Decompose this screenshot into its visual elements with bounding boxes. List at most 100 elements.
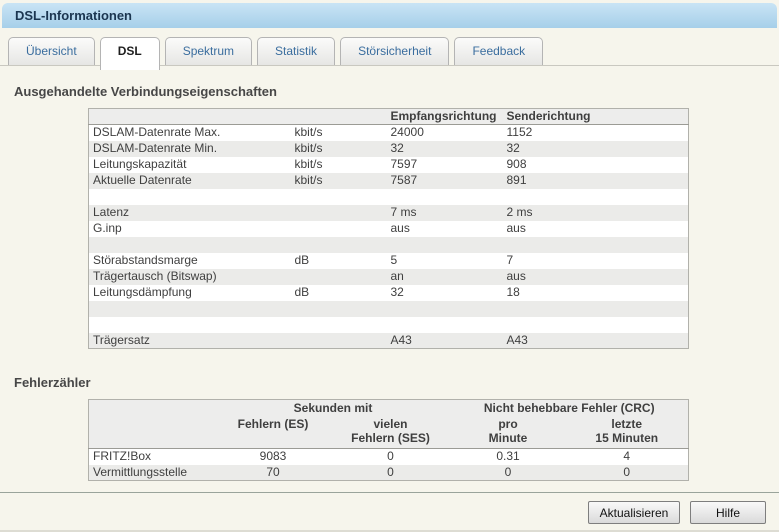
section-heading-errors: Fehlerzähler [14, 375, 91, 390]
connection-row-tx-value [503, 301, 689, 317]
connection-row-unit [291, 189, 387, 205]
connection-row-tx-value: 908 [506, 157, 527, 171]
tab-statistik[interactable]: Statistik [257, 37, 336, 65]
tab--bersicht[interactable]: Übersicht [8, 37, 95, 65]
column-header-empty [88, 108, 291, 125]
error-column-header: Fehlern (ES) [215, 416, 331, 449]
connection-row: Störabstandsmarge dB 5 7 [89, 253, 689, 269]
connection-row: Trägersatz A43 A43 [88, 332, 689, 349]
connection-row: Trägertausch (Bitswap) an aus [88, 268, 689, 285]
connection-row [88, 236, 689, 253]
connection-row-tx-value [503, 237, 689, 253]
connection-row: Latenz 7 ms 2 ms [88, 204, 689, 221]
connection-row-label: Störabstandsmarge [93, 253, 198, 267]
error-row-value: 0 [504, 464, 512, 479]
column-header-empty [88, 399, 216, 417]
tab-spektrum[interactable]: Spektrum [164, 37, 253, 65]
connection-row-unit: kbit/s [294, 141, 323, 155]
section-heading-connection: Ausgehandelte Verbindungseigenschaften [14, 84, 277, 99]
connection-row-rx-value: 7 ms [390, 205, 417, 219]
column-group-seconds: Sekunden mit [215, 399, 451, 417]
error-row-value: 4 [623, 449, 631, 464]
connection-row-unit [291, 269, 387, 285]
connection-row-unit [291, 205, 387, 221]
error-column-header: pro Minute [450, 416, 566, 449]
error-row-label: FRITZ!Box [93, 449, 152, 464]
connection-row-tx-value: A43 [506, 332, 528, 347]
connection-row-rx-value [387, 301, 503, 317]
connection-row: Aktuelle Datenrate kbit/s 7587 891 [88, 172, 689, 189]
connection-row: G.inp aus aus [89, 221, 689, 237]
connection-row [89, 317, 689, 333]
window-title-bar: DSL-Informationen [2, 3, 777, 28]
connection-row-rx-value: 5 [390, 253, 398, 267]
connection-row [88, 300, 689, 317]
connection-row-rx-value: 7587 [390, 173, 418, 187]
error-row-value: 0.31 [496, 449, 520, 464]
connection-row-tx-value: 7 [506, 253, 514, 267]
error-row-value: 0 [387, 449, 394, 464]
connection-row-tx-value [503, 189, 689, 205]
connection-row-label: Leitungsdämpfung [93, 285, 192, 299]
error-counter-row: FRITZ!Box 9083 0 0.31 4 [89, 449, 689, 465]
error-group-header-row: Sekunden mit Nicht behebbare Fehler (CRC… [88, 399, 689, 417]
connection-row: Leitungskapazität kbit/s 7597 908 [89, 157, 689, 173]
column-header-empfangsrichtung: Empfangsrichtung [386, 108, 503, 125]
tab-st-rsicherheit[interactable]: Störsicherheit [340, 37, 450, 65]
error-counter-table: Sekunden mit Nicht behebbare Fehler (CRC… [88, 399, 689, 481]
connection-row-label [89, 237, 291, 253]
connection-row-label [89, 317, 291, 333]
connection-row: DSLAM-Datenrate Max. kbit/s 24000 1152 [89, 125, 689, 141]
column-header-empty [88, 416, 216, 449]
connection-row-tx-value: 18 [506, 285, 520, 299]
help-button[interactable]: Hilfe [690, 501, 766, 524]
connection-row-unit: dB [294, 253, 310, 267]
connection-row-rx-value: an [390, 269, 404, 283]
connection-row-tx-value: 891 [506, 173, 527, 187]
content-area: Ausgehandelte Verbindungseigenschaften E… [0, 84, 779, 481]
column-header-unit [290, 108, 387, 125]
connection-row-unit: kbit/s [294, 157, 323, 171]
connection-row-unit [291, 301, 387, 317]
tab-dsl[interactable]: DSL [99, 37, 160, 70]
connection-row-label: Latenz [93, 205, 130, 219]
connection-row-tx-value [503, 317, 689, 333]
connection-row-tx-value: aus [506, 269, 526, 283]
connection-table: Empfangsrichtung Senderichtung DSLAM-Dat… [88, 108, 689, 349]
column-header-senderichtung: Senderichtung [502, 108, 689, 125]
column-group-crc: Nicht behebbare Fehler (CRC) [450, 399, 689, 417]
connection-row-unit [291, 221, 387, 237]
connection-header-row: Empfangsrichtung Senderichtung [88, 108, 689, 125]
error-row-label: Vermittlungsstelle [93, 464, 188, 479]
connection-row-label [89, 301, 291, 317]
connection-row-rx-value [387, 237, 503, 253]
page-title: DSL-Informationen [15, 8, 132, 23]
connection-row-unit [291, 317, 387, 333]
error-column-header: vielen Fehlern (SES) [330, 416, 451, 449]
refresh-button[interactable]: Aktualisieren [588, 501, 680, 524]
error-counter-row: Vermittlungsstelle 70 0 0 0 [88, 464, 689, 481]
connection-row-tx-value: aus [506, 221, 526, 235]
connection-row-rx-value: 32 [390, 141, 404, 155]
connection-row-rx-value: aus [390, 221, 410, 235]
error-row-value: 70 [266, 464, 280, 479]
dsl-info-page: DSL-Informationen Übersicht DSL Spektrum St… [0, 3, 779, 532]
connection-row: Leitungsdämpfung dB 32 18 [89, 285, 689, 301]
connection-row-unit [291, 333, 387, 349]
connection-row-label: Trägertausch (Bitswap) [93, 269, 217, 283]
tab-feedback[interactable]: Feedback [454, 37, 544, 65]
connection-row-unit: kbit/s [294, 173, 323, 187]
connection-row-unit [291, 237, 387, 253]
connection-row-rx-value: 7597 [390, 157, 418, 171]
error-column-header: letzte 15 Minuten [565, 416, 689, 449]
connection-row-tx-value: 32 [506, 141, 520, 155]
connection-row-unit: kbit/s [294, 125, 323, 140]
connection-row-label: G.inp [93, 221, 122, 235]
connection-row-rx-value [387, 189, 503, 205]
connection-row-label: DSLAM-Datenrate Min. [93, 141, 218, 155]
connection-row-label: Trägersatz [93, 332, 150, 347]
connection-row-label: DSLAM-Datenrate Max. [93, 125, 221, 140]
error-row-value: 9083 [259, 449, 287, 464]
connection-row-rx-value: A43 [390, 332, 412, 347]
connection-row-rx-value [387, 317, 503, 333]
